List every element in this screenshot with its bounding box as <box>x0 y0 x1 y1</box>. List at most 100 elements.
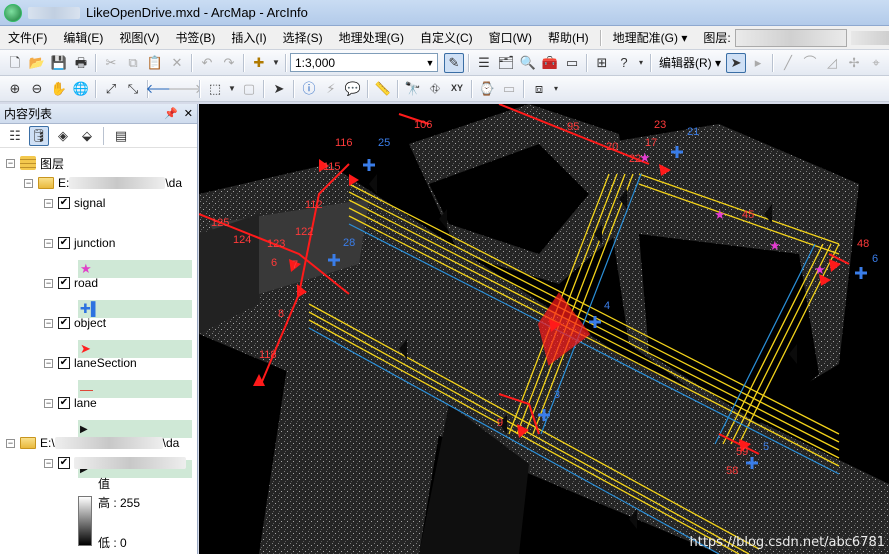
go-to-xy-icon[interactable]: XY <box>447 79 467 99</box>
collapse-icon[interactable]: − <box>44 398 53 408</box>
list-by-drawing-order-icon[interactable]: ☷ <box>5 126 25 146</box>
table-of-contents-icon[interactable]: ☰ <box>474 53 494 73</box>
python-window-icon[interactable]: ▭ <box>562 53 582 73</box>
menu-edit[interactable]: 编辑(E) <box>55 28 111 48</box>
trace-icon[interactable]: ✢ <box>844 53 864 73</box>
editor-toolbar-icon[interactable]: ✎ <box>444 52 464 73</box>
map-view[interactable]: ★ ★ ★ ★ 116 106 95 20 22 17 23 115 112 1… <box>199 104 889 554</box>
fixed-zoom-out-icon[interactable]: ⤡ <box>123 79 143 99</box>
fixed-zoom-in-icon[interactable]: ⤢ <box>101 79 121 99</box>
edit-annotation-icon[interactable]: ▸ <box>748 53 768 73</box>
pin-icon[interactable]: 📌 <box>164 107 178 120</box>
endpoint-arc-icon[interactable]: ⌒ <box>800 53 820 73</box>
open-folder-icon[interactable]: 📂 <box>27 53 47 73</box>
collapse-icon[interactable]: − <box>6 438 15 448</box>
collapse-icon[interactable]: − <box>44 358 53 368</box>
find-icon[interactable]: 🔭 <box>403 79 423 99</box>
pan-icon[interactable]: ✋ <box>49 79 69 99</box>
layer-dropdown[interactable] <box>734 28 848 47</box>
zoom-out-icon[interactable]: ⊖ <box>27 79 47 99</box>
menu-windows[interactable]: 窗口(W) <box>481 28 540 48</box>
close-icon[interactable]: ✕ <box>184 107 193 120</box>
menu-insert[interactable]: 插入(I) <box>223 28 274 48</box>
print-icon[interactable]: 🖶 <box>71 53 91 73</box>
visibility-checkbox[interactable]: ✔ <box>58 317 70 329</box>
time-slider-icon[interactable]: ⌚ <box>477 79 497 99</box>
cut-icon[interactable]: ✂ <box>101 53 121 73</box>
select-dropdown-icon[interactable]: ▼ <box>227 79 237 99</box>
toolbar-options-icon[interactable]: ▾ <box>636 53 646 73</box>
add-data-icon[interactable]: ✚ <box>249 53 269 73</box>
edit-vertices-icon[interactable]: ⌖ <box>866 53 886 73</box>
menu-customize[interactable]: 自定义(C) <box>412 28 481 48</box>
toc-options-icon[interactable]: ▤ <box>111 126 131 146</box>
editor-menu[interactable]: 编辑器(R) ▾ <box>655 54 725 71</box>
menu-georeferencing[interactable]: 地理配准(G) ▾ <box>605 28 696 48</box>
create-viewer-icon[interactable]: ⧈ <box>529 79 549 99</box>
hyperlink-icon[interactable]: ⚡ <box>321 79 341 99</box>
menu-bookmarks[interactable]: 书签(B) <box>167 28 223 48</box>
visibility-checkbox[interactable]: ✔ <box>58 197 70 209</box>
edit-tool-icon[interactable]: ➤ <box>726 52 747 73</box>
visibility-checkbox[interactable]: ✔ <box>58 357 70 369</box>
delete-icon[interactable]: ✕ <box>167 53 187 73</box>
list-by-source-icon[interactable]: 🛢 <box>29 125 49 146</box>
toolbar-options-icon[interactable]: ▾ <box>551 79 561 99</box>
undo-icon[interactable]: ↶ <box>197 53 217 73</box>
arcmap-app-icon[interactable] <box>4 3 22 22</box>
catalog-icon[interactable]: 🗂 <box>496 53 516 73</box>
select-elements-icon[interactable]: ➤ <box>269 79 289 99</box>
root-layers-node[interactable]: − 图层 <box>6 154 64 172</box>
folder-node[interactable]: − E: \da <box>24 174 182 192</box>
visibility-checkbox[interactable]: ✔ <box>58 277 70 289</box>
viewer-window-icon[interactable]: ▭ <box>499 79 519 99</box>
chevron-down-icon[interactable]: ▼ <box>423 54 437 71</box>
menu-file[interactable]: 文件(F) <box>0 28 55 48</box>
collapse-icon[interactable]: − <box>44 278 53 288</box>
menu-selection[interactable]: 选择(S) <box>275 28 331 48</box>
html-popup-icon[interactable]: 💬 <box>343 79 363 99</box>
full-extent-icon[interactable]: 🌐 <box>71 79 91 99</box>
list-by-visibility-icon[interactable]: ◈ <box>53 126 73 146</box>
list-by-selection-icon[interactable]: ⬙ <box>77 126 97 146</box>
visibility-checkbox[interactable]: ✔ <box>58 397 70 409</box>
construction-dropdown-icon[interactable]: ◿ <box>822 53 842 73</box>
select-features-icon[interactable]: ⬚ <box>205 79 225 99</box>
visibility-checkbox[interactable]: ✔ <box>58 237 70 249</box>
menu-view[interactable]: 视图(V) <box>111 28 167 48</box>
zoom-in-icon[interactable]: ⊕ <box>5 79 25 99</box>
copy-icon[interactable]: ⧉ <box>123 53 143 73</box>
forward-extent-icon[interactable]: 🡒 <box>168 79 203 99</box>
collapse-icon[interactable]: − <box>44 318 53 328</box>
clear-selection-icon[interactable]: ▢ <box>239 79 259 99</box>
collapse-icon[interactable]: − <box>44 458 53 468</box>
visibility-checkbox[interactable]: ✔ <box>58 457 70 469</box>
add-data-dropdown-icon[interactable]: ▼ <box>271 53 281 73</box>
find-route-icon[interactable]: ⛗ <box>425 79 445 99</box>
layer-item-signal[interactable]: − ✔ signal <box>44 194 105 212</box>
collapse-icon[interactable]: − <box>44 238 53 248</box>
menu-help[interactable]: 帮助(H) <box>540 28 597 48</box>
layer-item-lane[interactable]: − ✔ lane <box>44 394 97 412</box>
collapse-icon[interactable]: − <box>24 178 33 188</box>
menu-geoprocessing[interactable]: 地理处理(G) <box>331 28 412 48</box>
collapse-icon[interactable]: − <box>6 158 15 168</box>
new-document-icon[interactable]: 🗋 <box>5 53 25 73</box>
folder-node[interactable]: − E:\ \da <box>6 434 179 452</box>
search-window-icon[interactable]: 🔍 <box>518 53 538 73</box>
map-canvas[interactable]: ★ ★ ★ ★ 116 106 95 20 22 17 23 115 112 1… <box>199 104 889 554</box>
paste-icon[interactable]: 📋 <box>145 53 165 73</box>
save-icon[interactable]: 💾 <box>49 53 69 73</box>
straight-segment-icon[interactable]: ╱ <box>778 53 798 73</box>
collapse-icon[interactable]: − <box>44 198 53 208</box>
modelbuilder-icon[interactable]: ⊞ <box>592 53 612 73</box>
redo-icon[interactable]: ↷ <box>219 53 239 73</box>
identify-icon[interactable]: ⓘ <box>299 79 319 99</box>
measure-icon[interactable]: 📏 <box>373 79 393 99</box>
layer-item-junction[interactable]: − ✔ junction <box>44 234 115 252</box>
arctoolbox-icon[interactable]: 🧰 <box>540 53 560 73</box>
layer-item-lanesection[interactable]: − ✔ laneSection <box>44 354 137 372</box>
whats-this-icon[interactable]: ? <box>614 53 634 73</box>
map-scale-combo[interactable]: 1:3,000 ▼ <box>290 53 438 72</box>
layer-item-object[interactable]: − ✔ object <box>44 314 106 332</box>
